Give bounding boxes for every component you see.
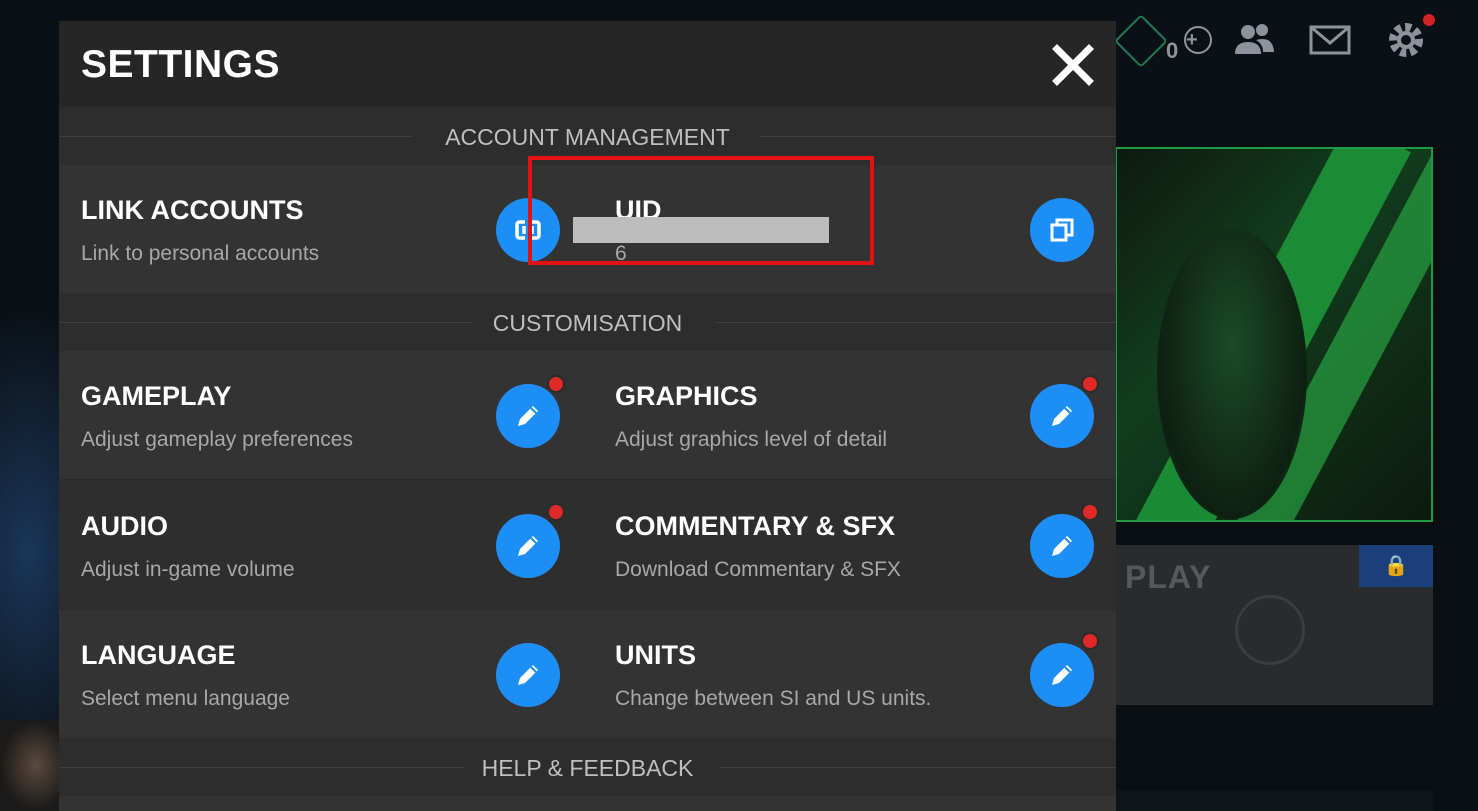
notification-dot (1081, 375, 1099, 393)
settings-row-language-units: LANGUAGE Select menu language UNITS Chan… (59, 610, 1116, 738)
play-label: PLAY (1125, 559, 1212, 595)
mail-icon[interactable] (1308, 18, 1352, 62)
notification-dot (547, 375, 565, 393)
close-icon[interactable] (1049, 41, 1097, 89)
copy-uid-button[interactable] (1030, 198, 1094, 262)
settings-notification-dot (1423, 14, 1435, 26)
uid-highlight-box (528, 156, 874, 265)
friends-icon[interactable] (1232, 18, 1276, 62)
edit-units-button[interactable] (1030, 643, 1094, 707)
section-header-help-feedback: HELP & FEEDBACK (59, 738, 1116, 796)
edit-commentary-button[interactable] (1030, 514, 1094, 578)
graphics-title: GRAPHICS (615, 381, 758, 411)
audio-title: AUDIO (81, 511, 168, 541)
section-header-customisation: CUSTOMISATION (59, 293, 1116, 351)
edit-audio-button[interactable] (496, 514, 560, 578)
graphics-subtitle: Adjust graphics level of detail (615, 428, 887, 451)
edit-icon (1052, 536, 1072, 556)
modal-header: SETTINGS (59, 21, 1116, 107)
background-figure (0, 720, 60, 811)
notification-dot (1081, 503, 1099, 521)
audio-subtitle: Adjust in-game volume (81, 558, 295, 581)
featured-player-card[interactable] (1115, 147, 1433, 522)
section-label: HELP & FEEDBACK (481, 755, 694, 781)
commentary-item[interactable]: COMMENTARY & SFX Download Commentary & S… (593, 481, 1116, 609)
section-label: CUSTOMISATION (492, 310, 683, 336)
units-title: UNITS (615, 640, 696, 670)
units-subtitle: Change between SI and US units. (615, 687, 932, 710)
lock-icon: 🔒 (1359, 545, 1433, 587)
link-accounts-subtitle: Link to personal accounts (81, 242, 320, 265)
player-image (1157, 229, 1307, 519)
language-item[interactable]: LANGUAGE Select menu language (59, 610, 589, 738)
play-card[interactable]: PLAY 🔒 (1115, 545, 1433, 705)
notification-dot (547, 503, 565, 521)
audio-item[interactable]: AUDIO Adjust in-game volume (59, 481, 589, 609)
edit-icon (1052, 665, 1072, 685)
gameplay-subtitle: Adjust gameplay preferences (81, 428, 353, 451)
edit-icon (518, 536, 538, 556)
settings-row-help (59, 796, 1116, 811)
language-title: LANGUAGE (81, 640, 236, 670)
graphics-item[interactable]: GRAPHICS Adjust graphics level of detail (593, 351, 1116, 479)
notification-dot (1081, 632, 1099, 650)
copy-icon (1050, 218, 1074, 242)
edit-icon (518, 665, 538, 685)
edit-graphics-button[interactable] (1030, 384, 1094, 448)
store-tile[interactable] (1115, 790, 1433, 811)
edit-gameplay-button[interactable] (496, 384, 560, 448)
gear-icon[interactable] (1384, 18, 1428, 62)
units-item[interactable]: UNITS Change between SI and US units. (593, 610, 1116, 738)
add-currency-button[interactable]: + (1184, 26, 1212, 54)
gameplay-title: GAMEPLAY (81, 381, 232, 411)
settings-modal: SETTINGS ACCOUNT MANAGEMENT LINK ACCOUNT… (59, 21, 1116, 811)
language-subtitle: Select menu language (81, 687, 290, 710)
gameplay-item[interactable]: GAMEPLAY Adjust gameplay preferences (59, 351, 589, 479)
edit-icon (1052, 406, 1072, 426)
page-title: SETTINGS (81, 43, 281, 86)
section-label: ACCOUNT MANAGEMENT (445, 124, 730, 150)
edit-icon (518, 406, 538, 426)
link-accounts-title: LINK ACCOUNTS (81, 195, 304, 225)
ball-icon (1235, 595, 1305, 665)
settings-row-audio-commentary: AUDIO Adjust in-game volume COMMENTARY &… (59, 481, 1116, 609)
currency-count: 0 (1166, 38, 1179, 63)
commentary-title: COMMENTARY & SFX (615, 511, 896, 541)
link-accounts-item[interactable]: LINK ACCOUNTS Link to personal accounts (59, 165, 589, 293)
edit-language-button[interactable] (496, 643, 560, 707)
commentary-subtitle: Download Commentary & SFX (615, 558, 901, 581)
settings-row-gameplay-graphics: GAMEPLAY Adjust gameplay preferences GRA… (59, 351, 1116, 479)
